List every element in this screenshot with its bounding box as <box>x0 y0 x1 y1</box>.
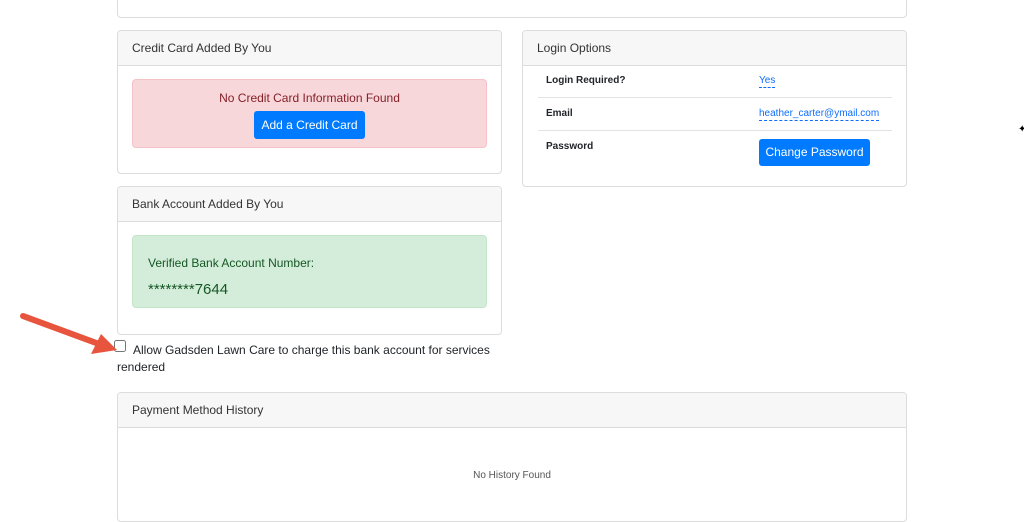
email-value[interactable]: heather_carter@ymail.com <box>759 108 880 121</box>
verified-bank-account-alert: Verified Bank Account Number: ********76… <box>132 235 487 308</box>
verified-bank-account-label: Verified Bank Account Number: <box>148 256 315 270</box>
divider <box>538 97 892 98</box>
divider <box>538 130 892 131</box>
bank-account-number: ********7644 <box>148 281 229 298</box>
bank-account-panel-header: Bank Account Added By You <box>118 187 501 222</box>
no-history-message: No History Found <box>473 470 551 481</box>
login-required-label: Login Required? <box>546 75 626 86</box>
login-options-panel-header: Login Options <box>523 31 906 66</box>
change-password-button[interactable]: Change Password <box>759 139 870 166</box>
password-label: Password <box>546 141 594 152</box>
login-required-value[interactable]: Yes <box>759 75 776 88</box>
mouse-cursor-icon: ✦ <box>1018 124 1024 135</box>
authorize-charge-label[interactable]: Allow Gadsden Lawn Care to charge this b… <box>117 342 502 376</box>
payment-history-panel-header: Payment Method History <box>118 393 906 428</box>
credit-card-panel-header: Credit Card Added By You <box>118 31 501 66</box>
payment-history-panel: Payment Method History <box>117 392 907 522</box>
no-credit-card-message: No Credit Card Information Found <box>219 91 400 105</box>
annotation-arrow <box>20 313 117 354</box>
email-label: Email <box>546 108 573 119</box>
add-credit-card-button[interactable]: Add a Credit Card <box>254 111 365 139</box>
top-card-remnant <box>117 0 907 18</box>
